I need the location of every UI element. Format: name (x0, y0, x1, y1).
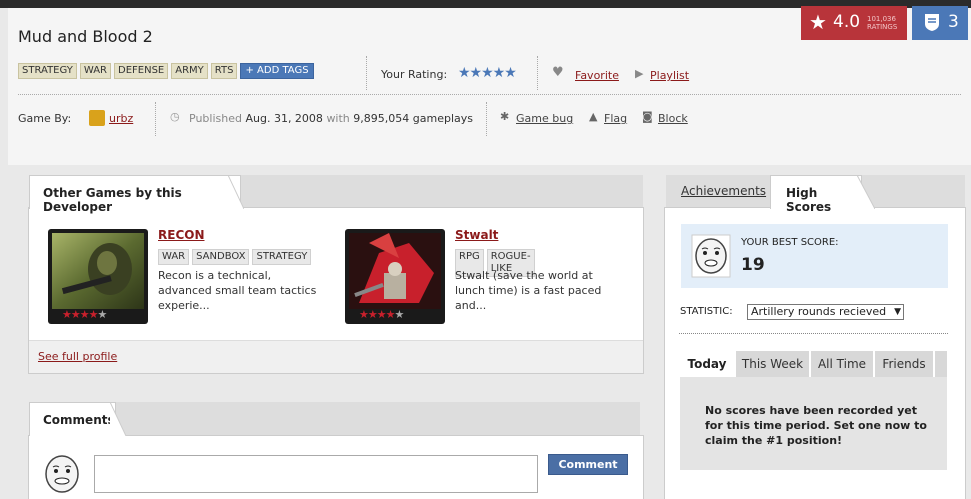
tab-corner (110, 402, 126, 436)
game-tag[interactable]: WAR (158, 249, 190, 265)
game-tag[interactable]: STRATEGY (252, 249, 312, 265)
developer-avatar[interactable] (89, 110, 105, 126)
panel-footer (29, 340, 643, 373)
star-icon: ★ (809, 10, 827, 34)
game-title-link[interactable]: Stwalt (455, 228, 498, 242)
tab-corner (857, 175, 875, 209)
statistic-label: STATISTIC: (680, 306, 733, 317)
game-title-link[interactable]: RECON (158, 228, 205, 242)
rating-badge[interactable]: ★ 4.0 101,036 RATINGS (801, 6, 907, 40)
tab-this-week[interactable]: This Week (736, 351, 811, 377)
developer-link[interactable]: urbz (109, 112, 133, 125)
game-bug-link[interactable]: Game bug (516, 112, 573, 125)
divider (486, 102, 487, 136)
period-tabs: Today This Week All Time Friends (680, 351, 947, 377)
tag-war[interactable]: WAR (79, 63, 111, 79)
heart-icon[interactable]: ♥ (552, 65, 564, 80)
tag-army[interactable]: ARMY (171, 63, 208, 79)
header-divider (18, 94, 961, 95)
divider (537, 56, 538, 90)
best-score-label: YOUR BEST SCORE: (741, 237, 839, 248)
rating-count: 101,036 RATINGS (867, 15, 898, 31)
rating-value: 4.0 (833, 12, 861, 32)
no-scores-message: No scores have been recorded yet for thi… (705, 404, 927, 447)
clock-icon: ◷ (170, 110, 180, 123)
tab-all-time[interactable]: All Time (811, 351, 875, 377)
favorite-link[interactable]: Favorite (575, 69, 619, 82)
best-score-value: 19 (741, 255, 765, 275)
statistic-select[interactable]: Artillery rounds recieved ▼ (747, 304, 904, 320)
your-rating-stars[interactable]: ★★★★★ (458, 65, 517, 81)
tab-border (770, 175, 771, 209)
level-value: 3 (948, 12, 959, 32)
block-icon[interactable]: ◙ (642, 110, 653, 123)
game-description: Recon is a technical, advanced small tea… (158, 269, 317, 312)
divider (366, 56, 367, 90)
rage-face-icon (691, 234, 731, 278)
tab-today[interactable]: Today (680, 351, 736, 377)
add-tags-button[interactable]: + ADD TAGS (240, 63, 314, 79)
tag-defense[interactable]: DEFENSE (114, 63, 169, 79)
game-tag[interactable]: SANDBOX (192, 249, 250, 265)
playlist-link[interactable]: Playlist (650, 69, 689, 82)
tag-strategy[interactable]: STRATEGY (18, 63, 77, 79)
level-badge[interactable]: 3 (912, 6, 968, 40)
game-title: Mud and Blood 2 (18, 27, 153, 46)
game-thumbnail[interactable]: ★★★★★ (48, 229, 148, 324)
chevron-down-icon: ▼ (894, 307, 901, 317)
flag-link[interactable]: Flag (604, 112, 627, 125)
recon-image (52, 233, 144, 309)
stwalt-image (349, 233, 441, 309)
tab-high-scores[interactable]: High Scores (770, 175, 862, 214)
tab-friends[interactable]: Friends (875, 351, 935, 377)
block-link[interactable]: Block (658, 112, 688, 125)
tab-corner (228, 175, 244, 209)
rating-stars: ★★★★★ (62, 308, 107, 321)
tab-comments[interactable]: Comments (29, 402, 116, 436)
divider (679, 333, 948, 334)
comment-input[interactable] (94, 455, 538, 493)
divider (155, 102, 156, 136)
shield-icon (925, 14, 939, 31)
tab-achievements[interactable]: Achievements (681, 184, 766, 198)
game-description: Stwalt (save the world at lunch time) is… (455, 269, 602, 312)
published-info: Published Aug. 31, 2008 with 9,895,054 g… (189, 112, 473, 125)
flag-icon[interactable]: ▲ (589, 110, 597, 123)
game-thumbnail[interactable]: ★★★★★ (345, 229, 445, 324)
tab-other-games[interactable]: Other Games by this Developer (29, 175, 241, 214)
bug-icon[interactable]: ✱ (500, 110, 509, 123)
game-by-label: Game By: (18, 112, 72, 125)
rage-face-icon (45, 455, 79, 493)
see-full-profile-link[interactable]: See full profile (38, 350, 117, 363)
play-icon[interactable]: ▶ (635, 67, 643, 80)
tag-rts[interactable]: RTS (210, 63, 238, 79)
your-rating-label: Your Rating: (381, 68, 448, 81)
rating-stars: ★★★★★ (359, 308, 404, 321)
game-tags: WAR SANDBOX STRATEGY (158, 249, 314, 265)
tag-list: STRATEGY WAR DEFENSE ARMY RTS + ADD TAGS (18, 60, 314, 82)
comment-button[interactable]: Comment (548, 454, 628, 475)
